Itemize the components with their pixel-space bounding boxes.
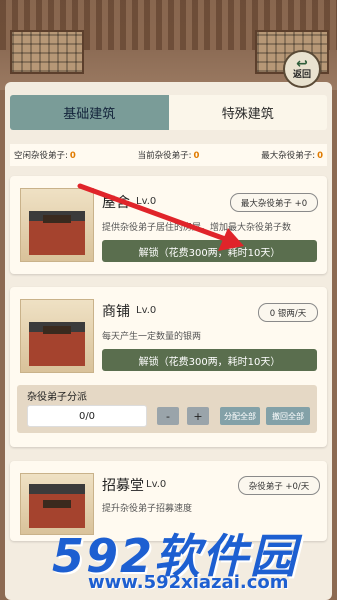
stat-max-label: 最大杂役弟子: — [261, 151, 316, 161]
recall-all-button[interactable]: 撤回全部 — [266, 407, 310, 425]
building-badge: 0 银两/天 — [258, 303, 318, 322]
assign-label: 杂役弟子分派 — [27, 392, 87, 403]
building-level: Lv.0 — [136, 305, 157, 316]
building-image-house — [20, 188, 94, 262]
stat-idle: 空闲杂役弟子: 0 — [14, 149, 76, 161]
back-label: 返回 — [292, 70, 311, 80]
building-desc: 提供杂役弟子居住的房屋，增加最大杂役弟子数 — [102, 223, 292, 233]
building-card-house: 屋舍 Lv.0 最大杂役弟子 +0 提供杂役弟子居住的房屋，增加最大杂役弟子数 … — [10, 176, 327, 274]
stat-max: 最大杂役弟子: 0 — [261, 149, 323, 161]
building-name: 商铺 — [102, 304, 130, 320]
building-badge: 最大杂役弟子 +0 — [230, 193, 318, 212]
stat-current: 当前杂役弟子: 0 — [138, 149, 200, 161]
assign-count-field[interactable]: 0/0 — [27, 405, 147, 427]
building-desc: 提升杂役弟子招募速度 — [102, 504, 193, 514]
disciple-stats: 空闲杂役弟子: 0 当前杂役弟子: 0 最大杂役弟子: 0 — [10, 144, 327, 166]
building-image-shop — [20, 299, 94, 373]
tab-basic-buildings[interactable]: 基础建筑 — [10, 95, 169, 130]
stat-max-value: 0 — [317, 151, 323, 161]
unlock-button[interactable]: 解锁（花费300两，耗时10天） — [102, 240, 317, 262]
stat-idle-value: 0 — [69, 151, 76, 161]
watermark-url: www.592xiazai.com — [88, 572, 289, 593]
plus-button[interactable]: + — [187, 407, 209, 425]
assign-all-button[interactable]: 分配全部 — [220, 407, 260, 425]
building-level: Lv.0 — [136, 196, 157, 207]
building-desc: 每天产生一定数量的银两 — [102, 332, 202, 342]
back-arrow-icon: ↩ — [296, 56, 308, 72]
stat-idle-label: 空闲杂役弟子: — [14, 151, 68, 161]
building-name: 屋舍 — [102, 195, 130, 211]
stat-current-value: 0 — [193, 151, 200, 161]
back-button[interactable]: ↩ 返回 — [283, 50, 321, 88]
disciple-assign-panel: 杂役弟子分派 0/0 - + 分配全部 撤回全部 — [17, 385, 317, 433]
lattice-window-left — [10, 30, 84, 74]
building-level: Lv.0 — [146, 479, 167, 490]
unlock-button[interactable]: 解锁（花费300两，耗时10天） — [102, 349, 317, 371]
tab-special-buildings[interactable]: 特殊建筑 — [168, 95, 327, 130]
building-badge: 杂役弟子 +0/天 — [238, 476, 320, 495]
minus-button[interactable]: - — [157, 407, 179, 425]
building-name: 招募堂 — [102, 478, 144, 494]
tab-bar: 基础建筑 特殊建筑 — [10, 95, 327, 130]
stat-current-label: 当前杂役弟子: — [137, 151, 192, 161]
